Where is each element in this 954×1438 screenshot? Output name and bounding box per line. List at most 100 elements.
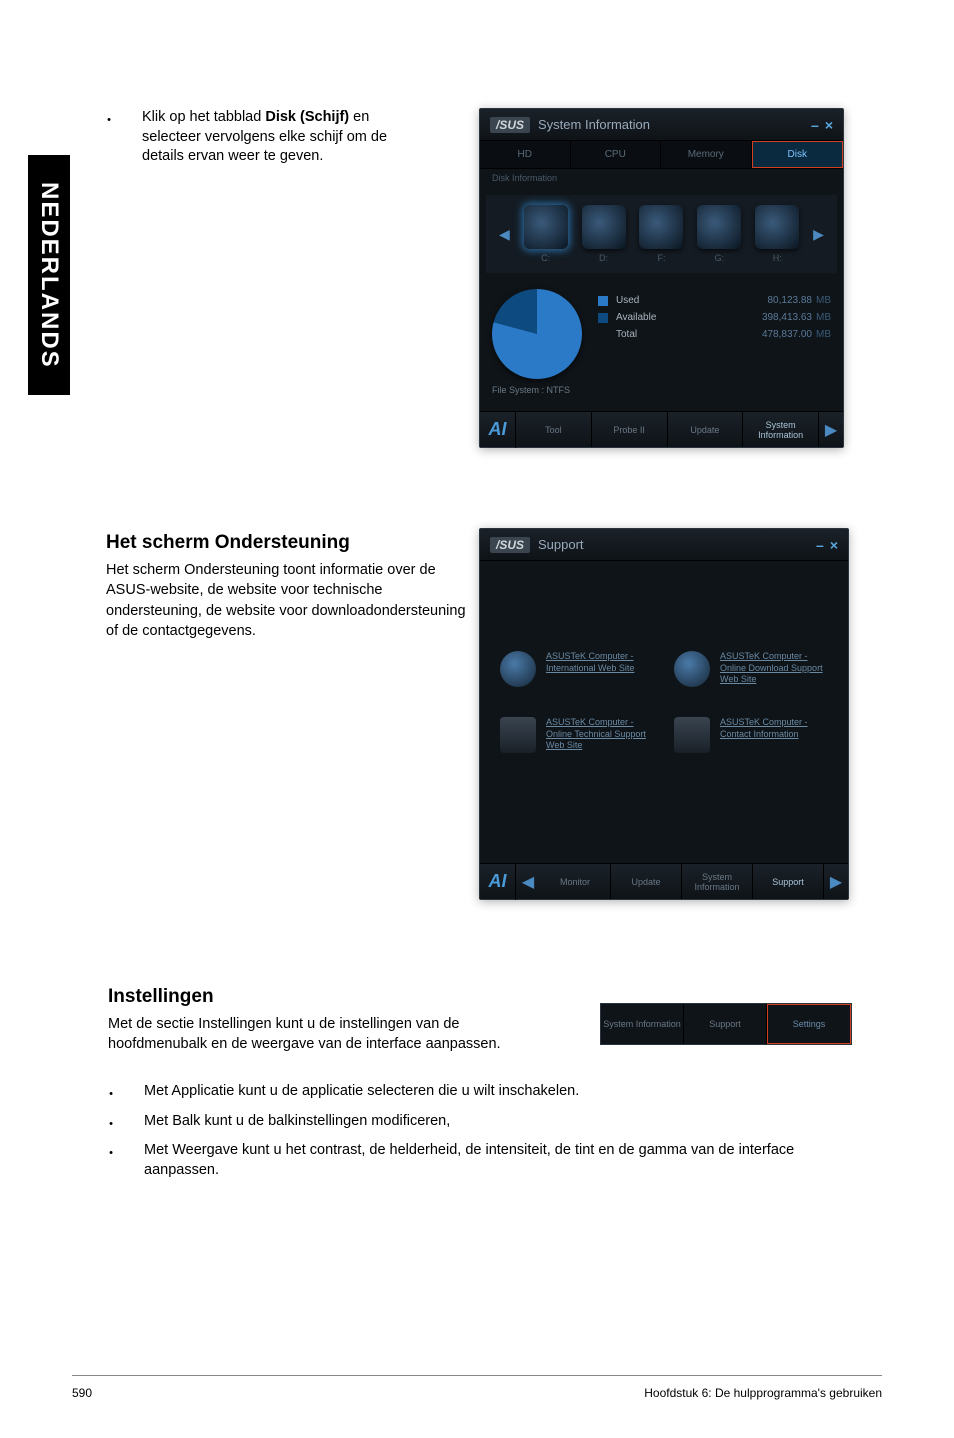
window-footer: AI ◀ Monitor Update System Information S…	[480, 863, 848, 899]
pie-chart-icon	[492, 289, 582, 379]
drive-item[interactable]: D:	[582, 205, 626, 263]
footer-tab-sysinfo[interactable]: System Information	[682, 864, 753, 899]
document-icon	[674, 717, 710, 753]
bullet-dot: •	[108, 1141, 114, 1180]
link-text: ASUSTeK Computer - International Web Sit…	[546, 651, 654, 674]
minimize-button[interactable]: –	[811, 117, 819, 133]
close-button[interactable]: ×	[830, 537, 838, 553]
window-titlebar: /SUS System Information – ×	[480, 109, 843, 141]
drive-label: G:	[697, 253, 741, 263]
disk-icon	[582, 205, 626, 249]
language-side-tab: NEDERLANDS	[28, 155, 70, 395]
drive-strip: ◀ C: D: F: G: H: ▶	[486, 195, 837, 273]
window-footer: AI Tool Probe II Update System Informati…	[480, 411, 843, 447]
bullet-text: Klik op het tabblad Disk (Schijf) en sel…	[142, 108, 432, 167]
bullet-item: • Met Weergave kunt u het contrast, de h…	[108, 1141, 848, 1180]
chapter-info: Hoofdstuk 6: De hulpprogramma's gebruike…	[644, 1386, 882, 1400]
globe-icon	[674, 651, 710, 687]
heading-ondersteuning: Het scherm Ondersteuning	[106, 532, 466, 554]
settings-tab-strip: System Information Support Settings	[600, 1003, 852, 1045]
drive-item[interactable]: G:	[697, 205, 741, 263]
window-title: Support	[538, 537, 584, 552]
footer-tab-support[interactable]: Support	[753, 864, 824, 899]
chevron-right-icon[interactable]: ▶	[819, 420, 843, 440]
unit: MB	[816, 295, 831, 306]
footer-tab-support[interactable]: Support	[684, 1004, 767, 1044]
support-link-item[interactable]: ASUSTeK Computer - Online Technical Supp…	[500, 717, 654, 753]
available-value: 398,413.63	[762, 312, 812, 323]
bullet-item: • Met Applicatie kunt u de applicatie se…	[108, 1082, 848, 1102]
chevron-right-icon[interactable]: ▶	[824, 872, 848, 892]
para-instellingen: Met de sectie Instellingen kunt u de ins…	[108, 1014, 558, 1055]
footer-tab-sysinfo[interactable]: System Information	[601, 1004, 684, 1044]
used-label: Used	[616, 295, 639, 306]
chevron-left-icon[interactable]: ◀	[516, 872, 540, 892]
stat-used: Used 80,123.88MB	[598, 295, 831, 306]
asus-logo: /SUS	[490, 117, 530, 133]
footer-tab-tool[interactable]: Tool	[516, 412, 592, 447]
disk-info-label: Disk Information	[480, 169, 843, 191]
chevron-right-icon[interactable]: ▶	[813, 226, 824, 243]
page-number: 590	[72, 1386, 92, 1400]
tab-hd[interactable]: HD	[480, 141, 571, 168]
para-ondersteuning: Het scherm Ondersteuning toont informati…	[106, 560, 466, 641]
used-value: 80,123.88	[768, 295, 813, 306]
footer-tab-sysinfo[interactable]: System Information	[743, 412, 819, 447]
drive-label: C:	[524, 253, 568, 263]
globe-icon	[500, 651, 536, 687]
support-link-item[interactable]: ASUSTeK Computer - International Web Sit…	[500, 651, 654, 687]
chevron-left-icon[interactable]: ◀	[499, 226, 510, 243]
available-label: Available	[616, 312, 656, 323]
disk-icon	[697, 205, 741, 249]
stat-available: Available 398,413.63 MB	[598, 312, 831, 323]
filesystem-label: File System : NTFS	[492, 385, 582, 395]
system-info-window: /SUS System Information – × HD CPU Memor…	[479, 108, 844, 448]
bullet-item: • Met Balk kunt u de balkinstellingen mo…	[108, 1112, 848, 1132]
bullet-dot: •	[106, 108, 112, 167]
drive-item[interactable]: C:	[524, 205, 568, 263]
bullets-instellingen: • Met Applicatie kunt u de applicatie se…	[108, 1082, 848, 1190]
minimize-button[interactable]: –	[816, 537, 824, 553]
footer-tab-update[interactable]: Update	[611, 864, 682, 899]
asus-logo: /SUS	[490, 537, 530, 553]
support-body: ASUSTeK Computer - International Web Sit…	[480, 561, 848, 793]
unit: MB	[816, 329, 831, 340]
bullet-text: Met Weergave kunt u het contrast, de hel…	[144, 1141, 844, 1180]
drive-item[interactable]: F:	[639, 205, 683, 263]
support-links-grid: ASUSTeK Computer - International Web Sit…	[480, 611, 848, 793]
disk-details: File System : NTFS Used 80,123.88MB Avai…	[480, 277, 843, 407]
bullet-text: Met Applicatie kunt u de applicatie sele…	[144, 1082, 844, 1102]
disk-icon	[524, 205, 568, 249]
drive-item[interactable]: H:	[755, 205, 799, 263]
footer-tab-update[interactable]: Update	[668, 412, 744, 447]
text-pre: Klik op het tabblad	[142, 109, 265, 125]
window-title: System Information	[538, 117, 650, 132]
drive-label: F:	[639, 253, 683, 263]
unit: MB	[816, 312, 831, 323]
legend-used-icon	[598, 296, 608, 306]
total-label: Total	[616, 329, 637, 340]
disk-icon	[755, 205, 799, 249]
tab-disk[interactable]: Disk	[752, 141, 844, 168]
legend-available-icon	[598, 313, 608, 323]
support-link-item[interactable]: ASUSTeK Computer - Contact Information	[674, 717, 828, 753]
tab-cpu[interactable]: CPU	[571, 141, 662, 168]
footer-tab-settings[interactable]: Settings	[767, 1004, 851, 1044]
bullet-dot: •	[108, 1112, 114, 1132]
section-ondersteuning: Het scherm Ondersteuning Het scherm Onde…	[106, 532, 466, 641]
total-value: 478,837.00	[762, 329, 812, 340]
link-text: ASUSTeK Computer - Online Download Suppo…	[720, 651, 828, 686]
disk-stats: Used 80,123.88MB Available 398,413.63MB …	[598, 289, 831, 395]
link-text: ASUSTeK Computer - Online Technical Supp…	[546, 717, 654, 752]
tab-memory[interactable]: Memory	[661, 141, 752, 168]
close-button[interactable]: ×	[825, 117, 833, 133]
bullet-dot: •	[108, 1082, 114, 1102]
text-bold: Disk (Schijf)	[265, 109, 349, 125]
support-link-item[interactable]: ASUSTeK Computer - Online Download Suppo…	[674, 651, 828, 687]
footer-tab-probe[interactable]: Probe II	[592, 412, 668, 447]
info-tabs: HD CPU Memory Disk	[480, 141, 843, 169]
pie-container: File System : NTFS	[492, 289, 582, 395]
window-titlebar: /SUS Support – ×	[480, 529, 848, 561]
footer-tab-monitor[interactable]: Monitor	[540, 864, 611, 899]
ai-logo-icon: AI	[480, 412, 516, 448]
